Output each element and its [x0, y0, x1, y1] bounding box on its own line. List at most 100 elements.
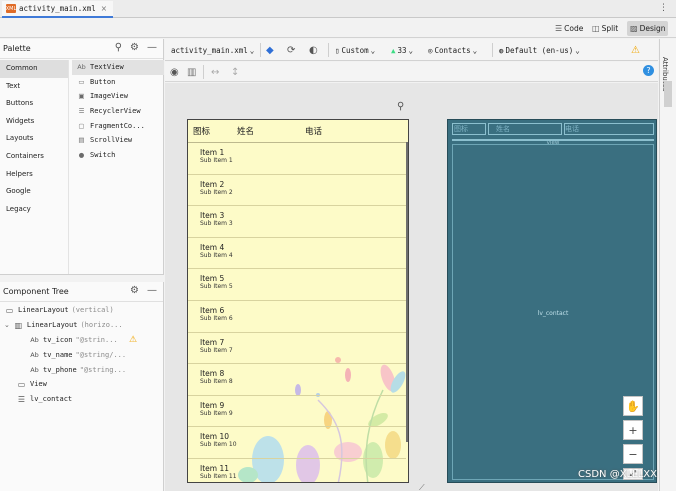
- warning-icon[interactable]: ⚠: [631, 43, 640, 57]
- close-tab-icon[interactable]: ×: [101, 4, 107, 13]
- header-name-label: 姓名: [237, 127, 255, 137]
- locale-dropdown[interactable]: ◍ Default (en-us) ⌄: [499, 43, 580, 57]
- palette-category[interactable]: Buttons: [0, 95, 68, 113]
- tree-item[interactable]: ☰ lv_contact: [0, 392, 163, 407]
- tree-item[interactable]: Ab tv_name "@string/...: [0, 347, 163, 362]
- code-mode-button[interactable]: ☰ Code: [552, 21, 586, 36]
- split-mode-button[interactable]: ◫ Split: [589, 21, 621, 36]
- orientation-icon[interactable]: ⟳: [287, 43, 295, 57]
- zoom-out-icon[interactable]: −: [623, 444, 643, 464]
- palette-widget[interactable]: ☰ RecyclerView: [76, 104, 164, 119]
- vertical-resize-icon[interactable]: ↕: [231, 65, 239, 79]
- list-item-subtitle: Sub Item 3: [200, 220, 233, 228]
- split-icon: ◫: [592, 24, 600, 33]
- list-item[interactable]: Item 8 Sub Item 8: [188, 364, 406, 396]
- list-item[interactable]: Item 3 Sub Item 3: [188, 206, 406, 238]
- code-mode-label: Code: [564, 24, 584, 33]
- pan-hand-icon[interactable]: ✋: [623, 396, 643, 416]
- tree-item[interactable]: Ab tv_phone "@string...: [0, 362, 163, 377]
- night-mode-icon[interactable]: ◐: [309, 43, 318, 57]
- toolbar-divider: [492, 43, 493, 57]
- device-icon: ▯: [335, 45, 340, 55]
- list-item[interactable]: Item 7 Sub Item 7: [188, 333, 406, 365]
- tree-item[interactable]: ▭ LinearLayout (vertical): [0, 303, 163, 318]
- palette-category[interactable]: Google: [0, 183, 68, 201]
- minimize-icon[interactable]: —: [147, 42, 157, 53]
- palette-category[interactable]: Legacy: [0, 201, 68, 219]
- list-item[interactable]: Item 9 Sub Item 9: [188, 396, 406, 428]
- view-icon: ▭: [17, 379, 26, 389]
- textview-icon: Ab: [30, 365, 39, 374]
- list-item[interactable]: Item 10 Sub Item 10: [188, 427, 406, 459]
- palette-widget[interactable]: ● Switch: [76, 148, 164, 163]
- textview-icon: Ab: [30, 350, 39, 359]
- toolbar-divider: [203, 65, 204, 79]
- globe-icon: ◍: [499, 45, 504, 55]
- palette-category[interactable]: Layouts: [0, 130, 68, 148]
- tree-item-label: tv_icon: [43, 335, 73, 344]
- tree-item[interactable]: Ab tv_icon "@strin... ⚠: [0, 333, 163, 348]
- attributes-scrollbar[interactable]: [664, 81, 672, 107]
- gear-icon[interactable]: ⚙: [130, 285, 139, 296]
- list-item[interactable]: Item 2 Sub Item 2: [188, 175, 406, 207]
- search-icon[interactable]: ⚲: [115, 42, 122, 53]
- switch-icon: ●: [78, 150, 85, 159]
- watermark: CSDN @XLLLXX: [578, 469, 657, 480]
- minimize-icon[interactable]: —: [147, 285, 157, 296]
- chevron-down-icon: ⌄: [408, 45, 414, 55]
- linearlayout-icon: ▭: [5, 305, 14, 315]
- contact-list[interactable]: Item 1 Sub Item 1 Item 2 Sub Item 2 Item 3…: [188, 142, 406, 482]
- list-item-subtitle: Sub Item 9: [200, 409, 233, 417]
- help-icon[interactable]: ?: [643, 65, 654, 76]
- blueprint-toggle-icon[interactable]: ▥: [187, 65, 196, 79]
- palette-category[interactable]: Helpers: [0, 166, 68, 184]
- list-item[interactable]: Item 11 Sub Item 11: [188, 459, 406, 482]
- pin-icon[interactable]: ⚲: [397, 101, 404, 112]
- layers-icon[interactable]: ◆: [266, 43, 274, 57]
- gear-icon[interactable]: ⚙: [130, 42, 139, 53]
- list-item[interactable]: Item 1 Sub Item 1: [188, 143, 406, 175]
- file-tab-activity-main[interactable]: XML activity_main.xml ×: [2, 1, 114, 18]
- component-tree-title: Component Tree: [3, 287, 69, 296]
- more-options-icon[interactable]: ⋮: [659, 3, 668, 13]
- warning-icon[interactable]: ⚠: [129, 335, 137, 345]
- palette-category[interactable]: Containers: [0, 148, 68, 166]
- list-scrollbar[interactable]: [406, 142, 408, 442]
- palette-widget[interactable]: ▭ Button: [76, 75, 164, 90]
- list-item[interactable]: Item 5 Sub Item 5: [188, 269, 406, 301]
- design-canvas[interactable]: ⚲ 图标 姓名 电话 Item 1 Sub Item 1 Item 2 Sub …: [165, 83, 658, 491]
- list-item-subtitle: Sub Item 6: [200, 314, 233, 322]
- palette-widget[interactable]: ▢ FragmentCo...: [76, 118, 164, 133]
- palette-widget[interactable]: Ab TextView: [72, 60, 164, 75]
- widget-label: ImageView: [90, 92, 128, 101]
- tree-item[interactable]: ⌄ ▥ LinearLayout (horizo...: [0, 318, 163, 333]
- file-tab-label: activity_main.xml: [19, 4, 96, 13]
- linearlayout-horizontal-icon: ▥: [14, 320, 23, 330]
- design-mode-button[interactable]: ▨ Design: [627, 21, 669, 36]
- layout-file-dropdown[interactable]: activity_main.xml ⌄: [171, 43, 254, 57]
- list-item[interactable]: Item 4 Sub Item 4: [188, 238, 406, 270]
- horizontal-resize-icon[interactable]: ↔: [211, 65, 219, 79]
- list-item[interactable]: Item 6 Sub Item 6: [188, 301, 406, 333]
- toolbar-divider: [260, 43, 261, 57]
- theme-dropdown[interactable]: ◎ Contacts ⌄: [428, 43, 477, 57]
- palette-category[interactable]: Text: [0, 78, 68, 96]
- resize-handle-icon[interactable]: ⟋: [419, 483, 425, 491]
- theme-label: Contacts: [434, 45, 471, 55]
- device-dropdown[interactable]: ▯ Custom ⌄: [335, 43, 375, 57]
- eye-icon[interactable]: ◉: [170, 65, 179, 79]
- zoom-in-icon[interactable]: +: [623, 420, 643, 440]
- list-item-subtitle: Sub Item 11: [200, 472, 237, 480]
- tree-item[interactable]: ▭ View: [0, 377, 163, 392]
- palette-category[interactable]: Widgets: [0, 113, 68, 131]
- chevron-down-icon[interactable]: ⌄: [4, 321, 10, 329]
- palette-widget[interactable]: ▣ ImageView: [76, 89, 164, 104]
- widget-label: FragmentCo...: [90, 121, 145, 130]
- api-level-dropdown[interactable]: ▲ 33 ⌄: [391, 43, 413, 57]
- tree-item-sub: "@string...: [79, 365, 127, 374]
- phone-preview[interactable]: 图标 姓名 电话 Item 1 Sub Item 1 Item 2 Sub Item…: [187, 119, 409, 483]
- view-mode-bar: ☰ Code ◫ Split ▨ Design: [0, 19, 676, 38]
- palette-category[interactable]: Common: [0, 60, 68, 78]
- palette-widget[interactable]: ▤ ScrollView: [76, 133, 164, 148]
- tree-item-sub: "@strin...: [75, 335, 118, 344]
